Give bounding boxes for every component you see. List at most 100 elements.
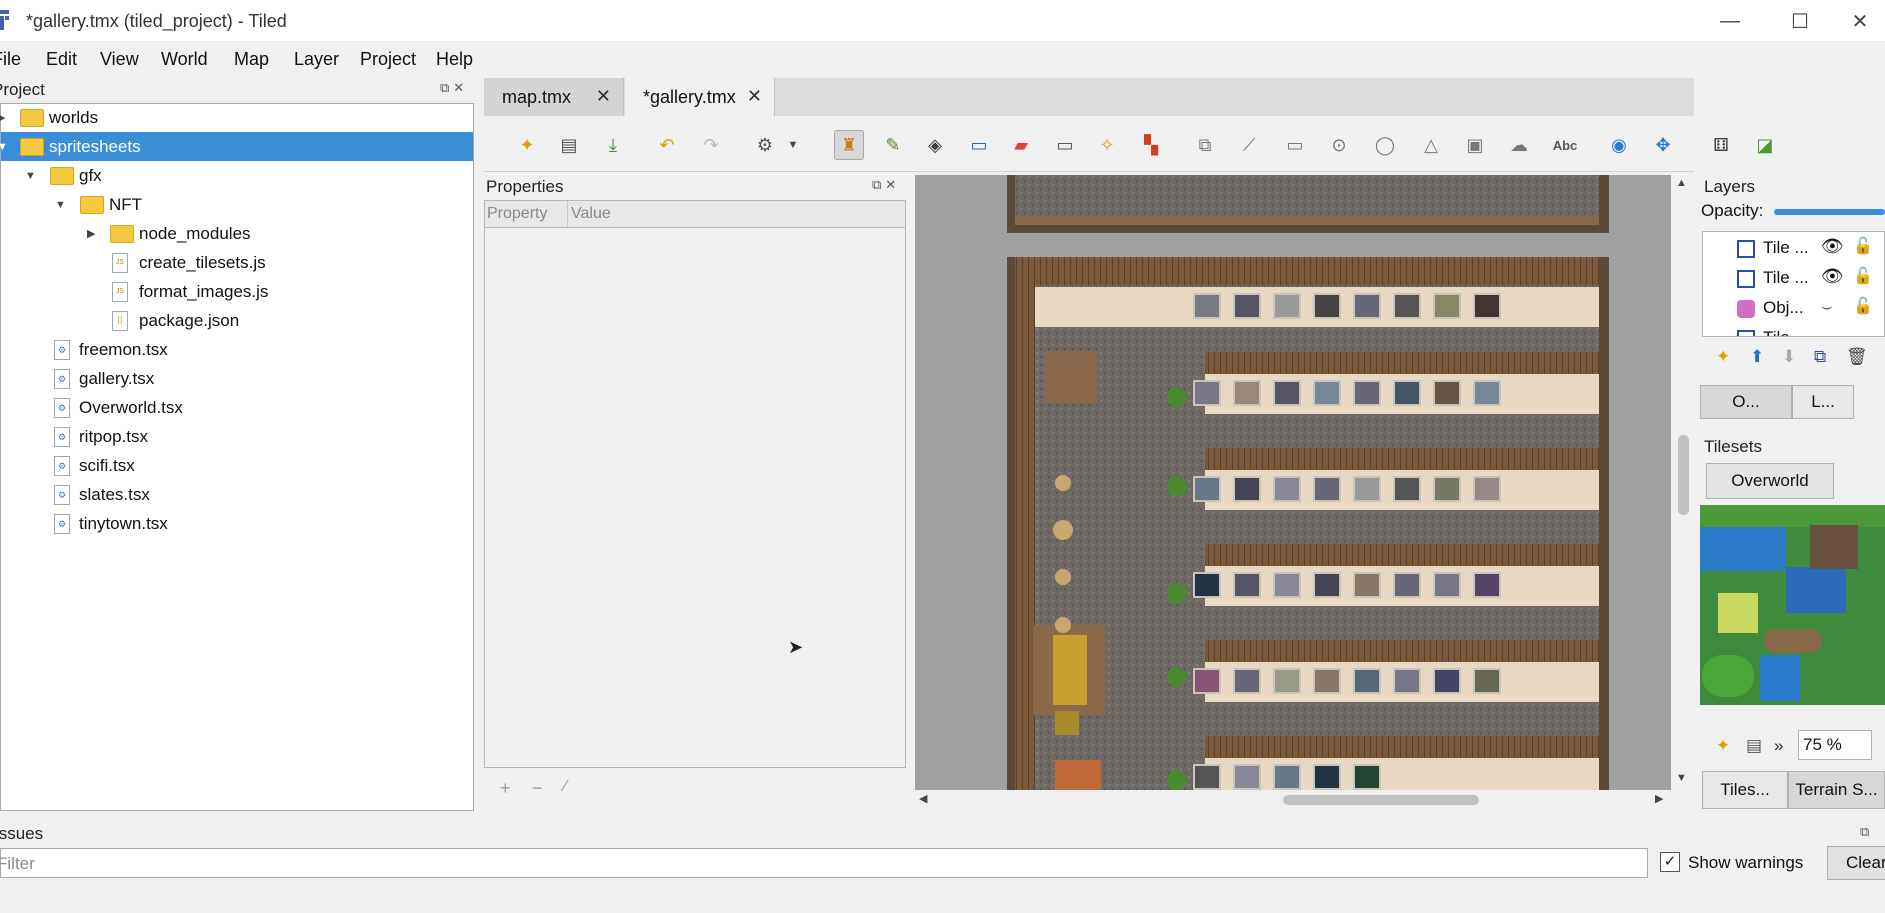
value-column-header[interactable]: Value: [571, 205, 611, 223]
commands-icon[interactable]: ⚙: [750, 130, 780, 160]
issues-filter-input[interactable]: Filter: [0, 848, 1648, 878]
redo-icon[interactable]: ↷: [696, 130, 726, 160]
lock-icon[interactable]: 🔓: [1853, 236, 1873, 256]
eraser-icon[interactable]: ▰: [1006, 130, 1036, 160]
edit-polygons-icon[interactable]: ⟋: [1234, 130, 1264, 160]
close-window-button[interactable]: ✕: [1840, 4, 1880, 38]
bucket-fill-icon[interactable]: ◈: [920, 130, 950, 160]
tree-item-nft[interactable]: ▼ NFT: [1, 190, 473, 219]
expand-arrow-icon[interactable]: ▶: [87, 227, 95, 240]
tree-item-gallery[interactable]: ⚙ gallery.tsx: [1, 364, 473, 393]
remove-property-icon[interactable]: −: [532, 778, 543, 799]
tree-item-ritpop[interactable]: ⚙ ritpop.tsx: [1, 422, 473, 451]
tab-layers[interactable]: L...: [1792, 385, 1854, 419]
tab-terrain-sets[interactable]: Terrain S...: [1788, 771, 1885, 809]
select-objects-icon[interactable]: ⧉: [1190, 130, 1220, 160]
tab-objects[interactable]: O...: [1700, 385, 1792, 419]
world-tool-icon[interactable]: ◉: [1604, 130, 1634, 160]
layer-name[interactable]: Tile ...: [1763, 238, 1809, 258]
menu-view[interactable]: View: [100, 49, 139, 70]
tree-item-package-json[interactable]: {} package.json: [1, 306, 473, 335]
new-file-icon[interactable]: ✦: [512, 130, 542, 160]
delete-layer-icon[interactable]: 🗑: [1846, 347, 1868, 367]
visibility-eye-icon[interactable]: 👁: [1821, 266, 1844, 287]
tree-item-slates[interactable]: ⚙ slates.tsx: [1, 480, 473, 509]
scroll-down-icon[interactable]: ▼: [1676, 772, 1687, 784]
select-same-tile-icon[interactable]: ▚: [1136, 130, 1166, 160]
insert-tile-icon[interactable]: ▣: [1460, 130, 1490, 160]
open-file-icon[interactable]: ▤: [554, 130, 584, 160]
tab-gallery-tmx[interactable]: *gallery.tmx ✕: [625, 78, 775, 116]
shape-fill-icon[interactable]: ▭: [964, 130, 994, 160]
menu-edit[interactable]: Edit: [46, 49, 77, 70]
tab-tiles[interactable]: Tiles...: [1702, 771, 1788, 809]
tree-item-worlds[interactable]: ▶ worlds: [0, 103, 473, 132]
insert-text-icon[interactable]: Abc: [1550, 130, 1580, 160]
opacity-slider[interactable]: [1774, 209, 1885, 215]
menu-file[interactable]: File: [0, 49, 21, 70]
new-layer-icon[interactable]: ✦: [1716, 347, 1730, 367]
scroll-right-icon[interactable]: ▶: [1655, 792, 1663, 805]
scroll-left-icon[interactable]: ◀: [919, 792, 927, 805]
tree-item-format-images[interactable]: JS format_images.js: [1, 277, 473, 306]
scroll-thumb[interactable]: [1283, 795, 1479, 805]
tree-item-node-modules[interactable]: ▶ node_modules: [1, 219, 473, 248]
magic-wand-icon[interactable]: ✧: [1092, 130, 1122, 160]
close-tab-icon[interactable]: ✕: [596, 86, 611, 107]
collapse-arrow-icon[interactable]: ▼: [0, 141, 8, 153]
menu-help[interactable]: Help: [436, 49, 473, 70]
show-warnings-checkbox[interactable]: ✓: [1660, 852, 1680, 872]
insert-template-icon[interactable]: ☁: [1504, 130, 1534, 160]
wang-fill-icon[interactable]: ◪: [1750, 130, 1780, 160]
clear-button[interactable]: Clear: [1827, 846, 1885, 880]
tree-item-create-tilesets[interactable]: JS create_tilesets.js: [1, 248, 473, 277]
project-tree[interactable]: ▶ worlds ▼ spritesheets ▼ gfx ▼ NFT ▶ no…: [0, 103, 474, 811]
layers-list[interactable]: Tile ... 👁 🔓 Tile ... 👁 🔓 Obj... ⌣ 🔓 Til…: [1702, 231, 1885, 337]
tileset-tab-overworld[interactable]: Overworld: [1706, 463, 1834, 499]
tileset-view[interactable]: [1700, 505, 1885, 705]
tree-item-overworld[interactable]: ⚙ Overworld.tsx: [1, 393, 473, 422]
menu-project[interactable]: Project: [360, 49, 416, 70]
scroll-thumb[interactable]: [1678, 435, 1689, 515]
minimize-button[interactable]: —: [1710, 4, 1750, 38]
collapse-arrow-icon[interactable]: ▼: [55, 199, 66, 211]
close-tab-icon[interactable]: ✕: [747, 86, 762, 107]
tree-item-scifi[interactable]: ⚙ scifi.tsx: [1, 451, 473, 480]
visibility-eye-icon[interactable]: 👁: [1821, 236, 1844, 257]
menu-world[interactable]: World: [161, 49, 208, 70]
more-options-icon[interactable]: »: [1774, 736, 1783, 756]
map-vertical-scrollbar[interactable]: ▲ ▼: [1673, 175, 1694, 790]
tileset-scrollbar[interactable]: [1700, 705, 1885, 723]
duplicate-layer-icon[interactable]: ⧉: [1814, 347, 1826, 367]
expand-arrow-icon[interactable]: ▶: [0, 111, 5, 124]
tree-item-spritesheets[interactable]: ▼ spritesheets: [0, 132, 473, 161]
hidden-eye-icon[interactable]: ⌣: [1821, 296, 1833, 317]
project-panel-controls[interactable]: ⧉✕: [440, 80, 468, 96]
layer-name[interactable]: Tile ...: [1763, 268, 1809, 288]
scroll-up-icon[interactable]: ▲: [1676, 177, 1687, 189]
insert-ellipse-icon[interactable]: ◯: [1370, 130, 1400, 160]
undo-icon[interactable]: ↶: [652, 130, 682, 160]
new-tileset-icon[interactable]: ✦: [1716, 736, 1730, 756]
menu-layer[interactable]: Layer: [294, 49, 339, 70]
tree-item-gfx[interactable]: ▼ gfx: [1, 161, 473, 190]
move-icon[interactable]: ✥: [1648, 130, 1678, 160]
layer-name[interactable]: Obj...: [1763, 298, 1804, 318]
menu-map[interactable]: Map: [234, 49, 269, 70]
embed-tileset-icon[interactable]: ▤: [1746, 736, 1762, 756]
lock-icon[interactable]: 🔓: [1853, 296, 1873, 316]
lock-icon[interactable]: 🔓: [1853, 266, 1873, 286]
maximize-button[interactable]: ☐: [1780, 4, 1820, 38]
save-icon[interactable]: ⤓: [598, 130, 628, 160]
lower-layer-icon[interactable]: ⬇: [1782, 347, 1796, 367]
terrain-brush-icon[interactable]: ✎: [878, 130, 908, 160]
collapse-arrow-icon[interactable]: ▼: [25, 170, 36, 182]
insert-polygon-icon[interactable]: △: [1416, 130, 1446, 160]
properties-panel-controls[interactable]: ⧉✕: [872, 177, 900, 193]
tree-item-freemon[interactable]: ⚙ freemon.tsx: [1, 335, 473, 364]
add-property-icon[interactable]: +: [500, 778, 511, 799]
tree-item-tinytown[interactable]: ⚙ tinytown.tsx: [1, 509, 473, 538]
rename-property-icon[interactable]: ⁄: [564, 778, 567, 796]
layer-name[interactable]: Tile ...: [1763, 328, 1809, 336]
zoom-input[interactable]: 75 %: [1798, 730, 1872, 760]
